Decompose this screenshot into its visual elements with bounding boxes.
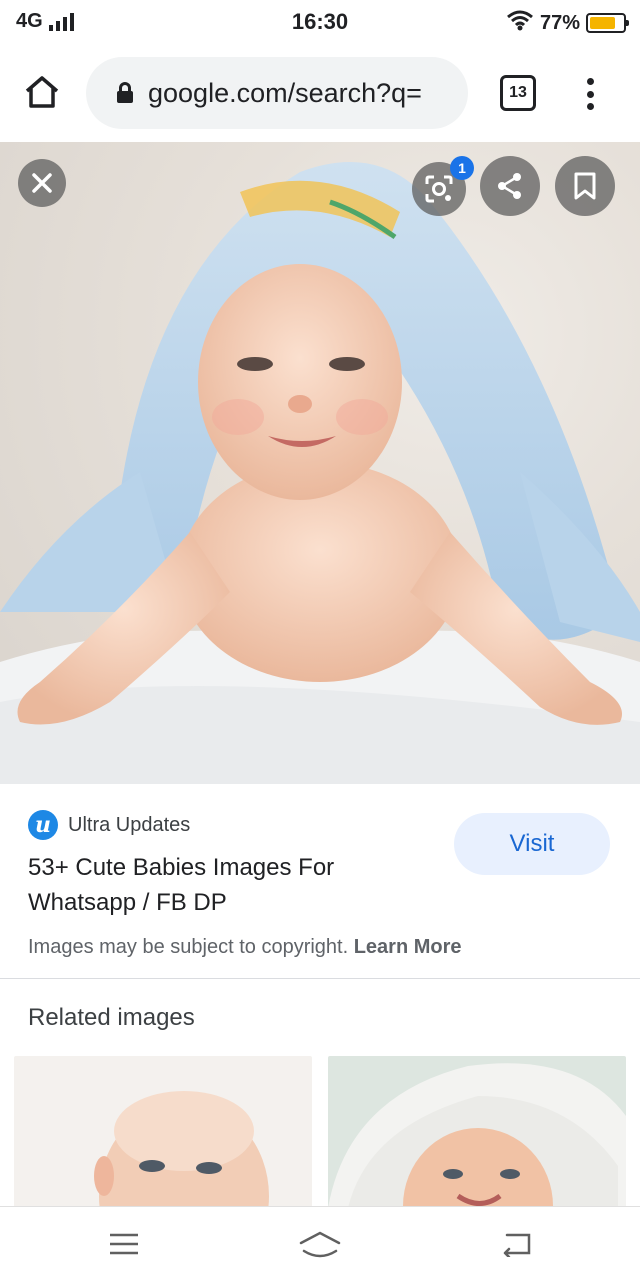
share-icon — [498, 173, 521, 199]
share-button[interactable] — [480, 156, 540, 216]
source-name: Ultra Updates — [68, 813, 191, 836]
home-nav-icon — [299, 1231, 341, 1258]
home-nav-button[interactable] — [298, 1227, 342, 1261]
baby-photo — [0, 162, 640, 784]
battery-fill — [590, 17, 615, 29]
related-image-1-picture — [14, 1056, 312, 1208]
home-icon — [25, 76, 59, 108]
source-logo: u — [28, 810, 58, 840]
related-image-2[interactable] — [328, 1056, 626, 1208]
related-images-heading: Related images — [28, 1004, 195, 1031]
lens-icon — [425, 175, 453, 203]
status-right: 77% — [506, 9, 629, 37]
back-icon — [503, 1233, 531, 1257]
home-button[interactable] — [20, 70, 64, 114]
system-nav-bar — [0, 1206, 640, 1280]
image-preview[interactable]: 1 — [0, 142, 640, 784]
result-info: u Ultra Updates 53+ Cute Babies Images F… — [0, 784, 640, 978]
related-image-1[interactable] — [14, 1056, 312, 1208]
bookmark-icon — [574, 172, 596, 200]
lens-badge: 1 — [450, 156, 474, 180]
copyright-text: Images may be subject to copyright. — [28, 936, 349, 958]
close-button[interactable] — [18, 159, 66, 207]
menu-icon — [110, 1233, 138, 1255]
url-text: google.com/search?q= — [148, 77, 422, 108]
battery-percent: 77% — [539, 11, 580, 34]
battery-icon — [586, 13, 629, 33]
lens-button[interactable]: 1 — [412, 156, 474, 216]
source-row[interactable]: u Ultra Updates — [28, 810, 190, 840]
save-button[interactable] — [555, 156, 615, 216]
lock-icon — [117, 82, 133, 103]
browser-toolbar: google.com/search?q= 13 — [0, 44, 640, 142]
more-vert-icon[interactable] — [578, 74, 602, 114]
related-image-2-picture — [328, 1056, 626, 1208]
status-bar: 4G 16:30 77% — [0, 0, 640, 44]
close-icon — [32, 173, 52, 193]
visit-button[interactable]: Visit — [454, 813, 610, 875]
divider — [0, 978, 640, 979]
menu-button[interactable] — [104, 1227, 144, 1261]
tab-switcher-button[interactable]: 13 — [500, 75, 536, 111]
back-button[interactable] — [496, 1227, 536, 1261]
wifi-icon — [506, 9, 534, 37]
result-title[interactable]: 53+ Cute Babies Images For Whatsapp / FB… — [28, 850, 448, 920]
address-bar[interactable]: google.com/search?q= — [86, 57, 468, 129]
copyright-notice: Images may be subject to copyright. Lear… — [28, 936, 462, 959]
learn-more-link[interactable]: Learn More — [354, 936, 462, 958]
